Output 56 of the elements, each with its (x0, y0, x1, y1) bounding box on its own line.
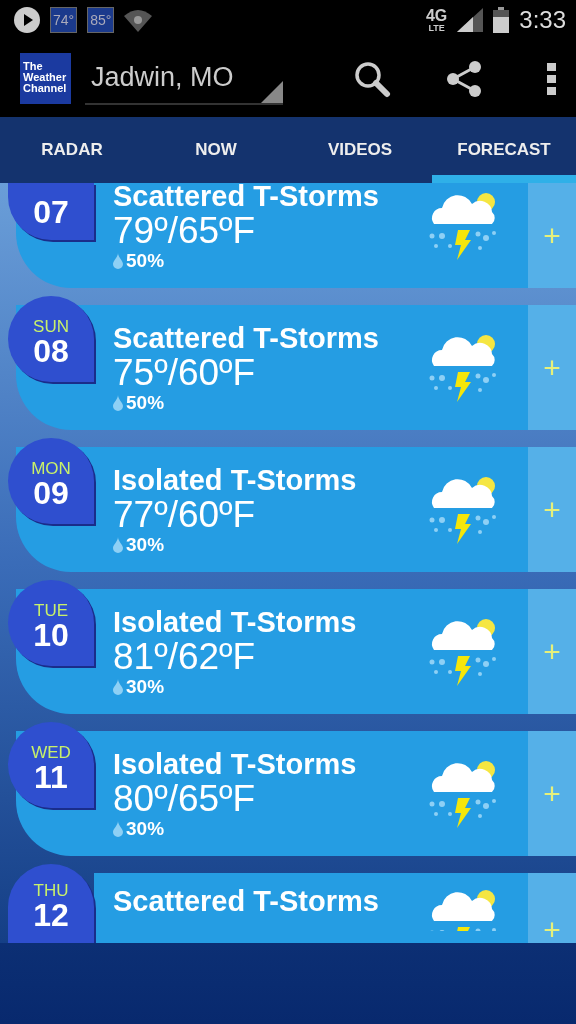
condition-text: Scattered T-Storms (113, 321, 380, 354)
weekday-label: THU (33, 882, 69, 899)
forecast-card[interactable]: Scattered T-Storms (94, 873, 528, 943)
wifi-unknown-icon (124, 8, 153, 32)
app-logo: The Weather Channel (20, 53, 71, 104)
overflow-menu-button[interactable] (547, 62, 556, 95)
share-button[interactable] (445, 59, 483, 98)
condition-text: Isolated T-Storms (113, 463, 358, 496)
temperature-range: 77º/60ºF (113, 495, 257, 534)
weekday-label: MON (31, 459, 71, 477)
temperature-range: 81º/62ºF (113, 637, 257, 676)
tab[interactable]: VIDEOS (288, 117, 432, 183)
weekday-label: WED (31, 743, 71, 761)
temperature-range: 79º/65ºF (113, 211, 257, 250)
condition-text: Isolated T-Storms (113, 747, 358, 780)
signal-icon (457, 8, 484, 32)
date-number: 07 (33, 195, 69, 228)
expand-button[interactable]: + (528, 589, 576, 714)
expand-button[interactable]: + (528, 305, 576, 430)
date-number: 12 (33, 899, 69, 931)
condition-text: Isolated T-Storms (113, 605, 358, 638)
precipitation-chance: 30% (126, 675, 165, 698)
precipitation-chance: 30% (126, 817, 165, 840)
location-dropdown[interactable]: Jadwin, MO (85, 52, 283, 105)
condition-text: Scattered T-Storms (113, 183, 380, 212)
battery-icon (493, 7, 510, 33)
date-number: 08 (33, 334, 69, 367)
temperature-notification: 85° (87, 7, 115, 33)
date-number: 11 (34, 760, 68, 793)
expand-button[interactable]: + (528, 183, 576, 288)
date-number: 09 (33, 476, 69, 509)
tab[interactable]: NOW (144, 117, 288, 183)
clock-time: 3:33 (519, 6, 566, 34)
expand-button[interactable]: + (528, 447, 576, 572)
raindrop-icon (113, 252, 123, 269)
raindrop-icon (113, 394, 123, 411)
tab[interactable]: RADAR (0, 117, 144, 183)
raindrop-icon (113, 536, 123, 553)
precipitation-chance: 50% (126, 249, 165, 272)
temperature-range: 75º/60ºF (113, 353, 257, 392)
temperature-range: 80º/65ºF (113, 779, 257, 818)
play-icon (14, 7, 40, 33)
raindrop-icon (113, 820, 123, 837)
network-indicator: 4G LTE (425, 7, 448, 33)
expand-button[interactable]: + (528, 873, 576, 943)
dropdown-corner-icon (261, 80, 283, 103)
weekday-label: TUE (34, 601, 68, 619)
precipitation-chance: 30% (126, 533, 165, 556)
search-button[interactable] (353, 59, 391, 98)
weekday-label: SUN (33, 317, 69, 335)
raindrop-icon (113, 678, 123, 695)
expand-button[interactable]: + (528, 731, 576, 856)
condition-text: Scattered T-Storms (113, 885, 380, 917)
date-number: 10 (33, 618, 69, 651)
precipitation-chance: 50% (126, 391, 165, 414)
temperature-notification: 74° (50, 7, 78, 33)
